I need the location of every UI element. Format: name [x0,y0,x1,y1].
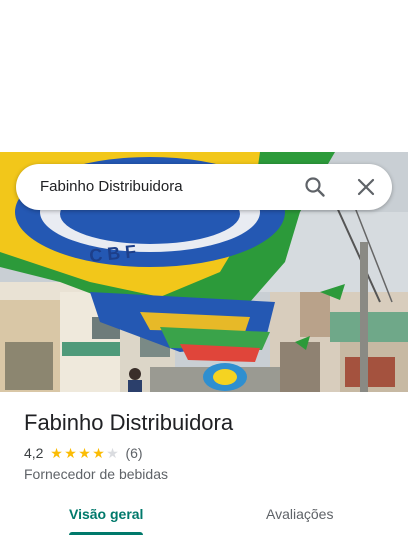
tab-overview[interactable]: Visão geral [69,506,143,522]
star-icon: ★ [50,445,63,461]
place-tabs: Visão geral Avaliações [0,500,408,544]
search-query-text[interactable]: Fabinho Distribuidora [40,178,183,195]
star-icon: ★ [64,445,77,461]
place-title: Fabinho Distribuidora [24,410,234,435]
rating-value: 4,2 [24,445,44,461]
rating-row[interactable]: 4,2 ★ ★ ★ ★ ★ (6) [24,444,143,462]
search-icon[interactable] [304,176,326,198]
rating-stars: ★ ★ ★ ★ ★ [49,446,119,460]
search-bar[interactable]: Fabinho Distribuidora [16,164,392,210]
place-category: Fornecedor de bebidas [24,466,168,482]
star-empty-icon: ★ [106,445,119,461]
map-header-space [0,0,408,152]
review-count[interactable]: (6) [125,445,142,461]
star-icon: ★ [92,445,105,461]
tab-reviews[interactable]: Avaliações [266,506,333,522]
star-icon: ★ [78,445,91,461]
close-icon[interactable] [356,177,376,197]
active-tab-indicator [69,532,143,535]
